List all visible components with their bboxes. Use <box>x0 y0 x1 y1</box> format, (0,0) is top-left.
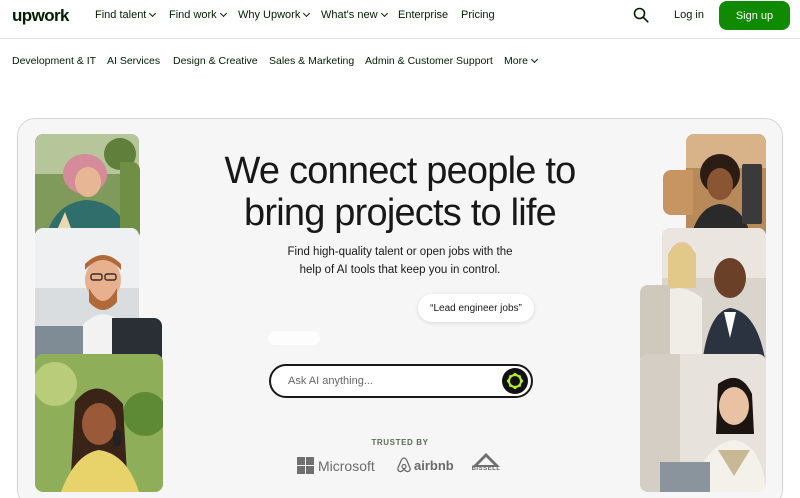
hero-subheadline-line-1: Find high-quality talent or open jobs wi… <box>287 246 513 258</box>
top-navigation: upwork Find talent Find work Why Upwork … <box>0 0 800 32</box>
brand-bissell-label: BISSELL <box>471 466 501 472</box>
category-sales-marketing[interactable]: Sales & Marketing <box>269 55 354 67</box>
hero-headline-line-1: We connect people to <box>224 150 577 192</box>
category-admin-support[interactable]: Admin & Customer Support <box>365 55 493 67</box>
chevron-down-icon <box>380 9 388 18</box>
category-development-it[interactable]: Development & IT <box>12 55 96 67</box>
chevron-down-icon <box>149 9 157 18</box>
category-more[interactable]: More <box>504 55 538 67</box>
freelancer-photo-6 <box>640 354 766 492</box>
signup-button[interactable]: Sign up <box>719 1 790 30</box>
upwork-logo[interactable]: upwork <box>12 6 69 26</box>
brand-microsoft: Microsoft <box>297 457 375 474</box>
chevron-down-icon <box>530 55 538 64</box>
nav-pricing[interactable]: Pricing <box>461 9 495 21</box>
hero-headline: We connect people to bring projects to l… <box>180 150 620 234</box>
hero-subheadline-line-2: help of AI tools that keep you in contro… <box>299 263 501 276</box>
chevron-down-icon <box>303 9 311 18</box>
category-design-creative[interactable]: Design & Creative <box>173 55 258 67</box>
ask-ai-input[interactable]: Ask AI anything... <box>269 364 533 398</box>
nav-whats-new-label: What's new <box>321 9 378 21</box>
header-divider <box>0 38 800 39</box>
trusted-by-label: TRUSTED BY <box>371 438 429 447</box>
search-icon[interactable] <box>633 7 649 23</box>
photo-4-extension <box>663 170 693 215</box>
microsoft-logo-icon <box>297 457 314 474</box>
nav-find-work-label: Find work <box>169 9 217 21</box>
category-more-label: More <box>504 55 528 67</box>
suggestion-chip-lead-engineer[interactable]: “Lead engineer jobs” <box>418 294 534 322</box>
ask-ai-placeholder: Ask AI anything... <box>288 375 373 387</box>
nav-whats-new[interactable]: What's new <box>321 9 388 21</box>
brand-airbnb-label: airbnb <box>414 457 454 473</box>
airbnb-logo-icon <box>397 457 411 473</box>
nav-find-talent-label: Find talent <box>95 9 147 21</box>
chevron-down-icon <box>219 9 227 18</box>
login-link[interactable]: Log in <box>674 9 704 21</box>
ai-sparkle-icon <box>506 372 524 390</box>
nav-why-upwork-label: Why Upwork <box>238 9 301 21</box>
freelancer-photo-5 <box>662 228 766 365</box>
brand-airbnb: airbnb <box>397 457 454 473</box>
freelancer-photo-4 <box>686 134 766 240</box>
brand-microsoft-label: Microsoft <box>318 457 375 474</box>
suggestion-chip-placeholder <box>268 331 320 345</box>
hero-headline-line-2: bring projects to life <box>244 192 557 234</box>
nav-why-upwork[interactable]: Why Upwork <box>238 9 311 21</box>
nav-enterprise[interactable]: Enterprise <box>398 9 448 21</box>
freelancer-photo-3 <box>35 354 163 492</box>
ai-submit-button[interactable] <box>502 368 528 394</box>
nav-find-work[interactable]: Find work <box>169 9 227 21</box>
hero-subheadline: Find high-quality talent or open jobs wi… <box>260 244 540 279</box>
category-ai-services[interactable]: AI Services <box>107 55 160 67</box>
nav-find-talent[interactable]: Find talent <box>95 9 157 21</box>
photo-5-extension <box>640 285 670 365</box>
brand-bissell: BISSELL <box>470 452 502 472</box>
